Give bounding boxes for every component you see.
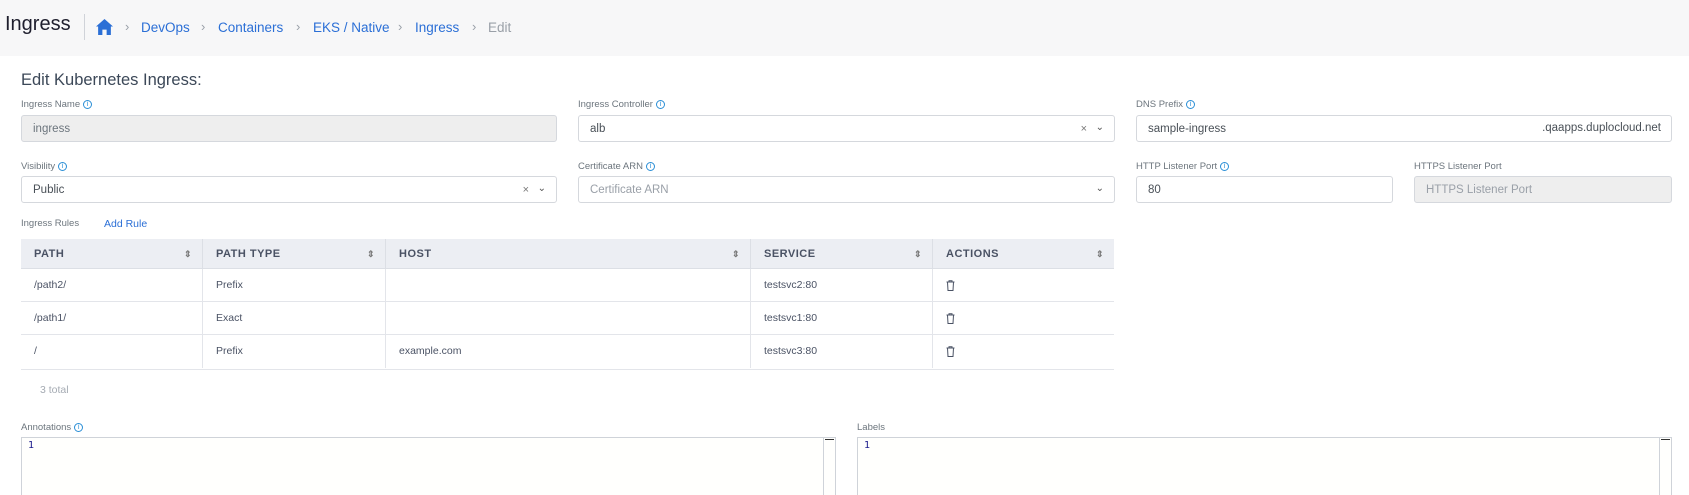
cell-host: example.com	[386, 335, 751, 368]
https-port-input[interactable]: HTTPS Listener Port	[1414, 176, 1672, 203]
dns-suffix: .qaapps.duplocloud.net	[1542, 122, 1661, 134]
info-icon[interactable]: i	[83, 100, 93, 109]
title-divider	[84, 14, 85, 40]
sort-icon[interactable]: ⇕	[732, 239, 740, 269]
column-header-service[interactable]: SERVICE ⇕	[751, 239, 933, 269]
visibility-select[interactable]: Public × ⌄	[21, 176, 557, 203]
clear-icon[interactable]: ×	[1081, 123, 1087, 135]
chevron-down-icon[interactable]: ⌄	[538, 183, 546, 194]
http-port-input[interactable]: 80	[1136, 176, 1393, 203]
chevron-down-icon[interactable]: ⌄	[1096, 183, 1104, 194]
sort-icon[interactable]: ⇕	[367, 239, 375, 269]
breadcrumb-separator: ›	[472, 19, 477, 34]
chevron-down-icon[interactable]: ⌄	[1096, 122, 1104, 133]
table-total: 3 total	[40, 384, 69, 396]
cell-actions	[933, 302, 1114, 335]
info-icon[interactable]: i	[645, 162, 655, 171]
cell-actions	[933, 335, 1114, 368]
trash-icon[interactable]	[946, 313, 955, 324]
page-title: Ingress	[5, 13, 71, 35]
cell-path: /	[21, 335, 203, 368]
info-icon[interactable]: i	[74, 423, 84, 432]
annotations-editor[interactable]: 1	[21, 437, 836, 495]
info-icon[interactable]: i	[1220, 162, 1230, 171]
cell-host	[386, 269, 751, 302]
breadcrumb-current: Edit	[488, 20, 512, 35]
column-header-path[interactable]: PATH ⇕	[21, 239, 203, 269]
breadcrumb-separator: ›	[201, 19, 206, 34]
cell-path-type: Exact	[203, 302, 386, 335]
editor-scrollbar[interactable]	[823, 438, 835, 495]
breadcrumb-separator: ›	[125, 19, 130, 34]
cell-host	[386, 302, 751, 335]
http-port-label: HTTP Listener Port i	[1136, 161, 1230, 172]
table-row: / Prefix example.com testsvc3:80	[21, 335, 1114, 370]
ingress-rules-label: Ingress Rules	[21, 218, 80, 229]
trash-icon[interactable]	[946, 346, 955, 357]
certificate-arn-select[interactable]: Certificate ARN ⌄	[578, 176, 1115, 203]
annotations-label: Annotations i	[21, 422, 84, 433]
breadcrumb-separator: ›	[296, 19, 301, 34]
labels-label: Labels	[857, 422, 885, 433]
info-icon[interactable]: i	[58, 162, 68, 171]
ingress-name-input[interactable]: ingress	[21, 115, 557, 142]
dns-prefix-label: DNS Prefix i	[1136, 99, 1195, 110]
dns-prefix-input[interactable]: sample-ingress .qaapps.duplocloud.net	[1136, 115, 1672, 142]
editor-scrollbar[interactable]	[1659, 438, 1671, 495]
clear-icon[interactable]: ×	[523, 184, 529, 196]
breadcrumb-containers[interactable]: Containers	[218, 20, 283, 35]
breadcrumb-devops[interactable]: DevOps	[141, 20, 190, 35]
ingress-controller-label: Ingress Controller i	[578, 99, 665, 110]
breadcrumb-separator: ›	[398, 19, 403, 34]
ingress-controller-select[interactable]: alb × ⌄	[578, 115, 1115, 142]
add-rule-link[interactable]: Add Rule	[104, 218, 147, 230]
https-port-label: HTTPS Listener Port	[1414, 161, 1502, 172]
line-number: 1	[864, 440, 871, 451]
breadcrumb-ingress[interactable]: Ingress	[415, 20, 459, 35]
cell-service: testsvc3:80	[751, 335, 933, 368]
cell-service: testsvc1:80	[751, 302, 933, 335]
info-icon[interactable]: i	[655, 100, 665, 109]
line-number: 1	[28, 440, 35, 451]
visibility-label: Visibility i	[21, 161, 68, 172]
cell-path-type: Prefix	[203, 269, 386, 302]
labels-editor[interactable]: 1	[857, 437, 1672, 495]
table-header: PATH ⇕ PATH TYPE ⇕ HOST ⇕ SERVICE ⇕ ACTIONS ⇕	[21, 239, 1114, 269]
breadcrumb-eks-native[interactable]: EKS / Native	[313, 20, 390, 35]
table-row: /path2/ Prefix testsvc2:80	[21, 269, 1114, 302]
cell-path: /path2/	[21, 269, 203, 302]
sort-icon[interactable]: ⇕	[184, 239, 192, 269]
cell-path: /path1/	[21, 302, 203, 335]
cell-path-type: Prefix	[203, 335, 386, 368]
info-icon[interactable]: i	[1185, 100, 1195, 109]
column-header-actions[interactable]: ACTIONS ⇕	[933, 239, 1114, 269]
home-icon[interactable]	[96, 19, 113, 35]
trash-icon[interactable]	[946, 280, 955, 291]
sort-icon[interactable]: ⇕	[1096, 239, 1104, 269]
column-header-host[interactable]: HOST ⇕	[386, 239, 751, 269]
ingress-name-label: Ingress Name i	[21, 99, 93, 110]
sort-icon[interactable]: ⇕	[914, 239, 922, 269]
table-row: /path1/ Exact testsvc1:80	[21, 302, 1114, 335]
certificate-arn-label: Certificate ARN i	[578, 161, 655, 172]
form-title: Edit Kubernetes Ingress:	[21, 71, 202, 89]
cell-service: testsvc2:80	[751, 269, 933, 302]
cell-actions	[933, 269, 1114, 302]
column-header-path-type[interactable]: PATH TYPE ⇕	[203, 239, 386, 269]
